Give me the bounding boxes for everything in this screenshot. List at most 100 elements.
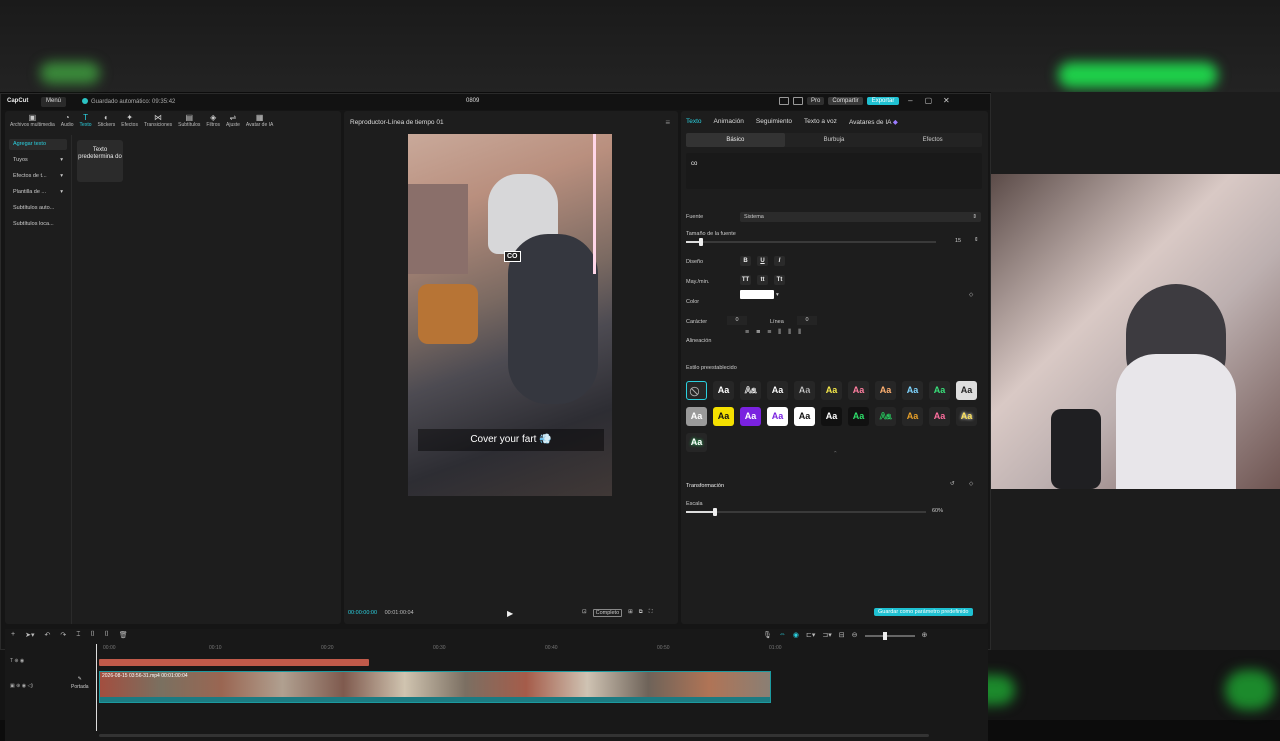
lowercase-button[interactable]: tt — [757, 275, 768, 285]
preset-style[interactable]: Aa — [902, 407, 923, 426]
font-size-value[interactable]: 15 — [955, 238, 961, 244]
keyframe-icon[interactable]: ◇ — [969, 292, 973, 298]
preset-style[interactable]: Aa — [713, 381, 734, 400]
trim-right-icon[interactable]: ⌷ — [105, 631, 109, 639]
subtab-bubble[interactable]: Burbuja — [785, 133, 884, 147]
share-button[interactable]: Compartir — [828, 96, 863, 105]
bold-button[interactable]: B — [740, 256, 751, 266]
shortcut-icon[interactable] — [793, 96, 803, 105]
tool-subtitles[interactable]: ▤ Subtítulos — [175, 113, 203, 131]
slider-handle[interactable] — [713, 508, 717, 516]
tool-effects[interactable]: ✦ Efectos — [118, 113, 141, 131]
titlecase-button[interactable]: Tt — [774, 275, 785, 285]
text-clip[interactable] — [99, 659, 369, 666]
tool-audio[interactable]: ◔ Audio — [58, 113, 77, 131]
magnet-icon[interactable]: ◉ — [793, 631, 799, 639]
preset-style[interactable]: Aa — [713, 407, 734, 426]
nav-add-text[interactable]: Agregar texto — [9, 139, 67, 150]
scale-value[interactable]: 60% — [932, 508, 943, 514]
maximize-icon[interactable]: ▢ — [921, 96, 935, 105]
nav-auto-subtitles[interactable]: Subtítulos auto... — [9, 203, 67, 214]
preset-style[interactable]: Aa — [740, 381, 761, 400]
nav-yours[interactable]: Tuyos ▾ — [9, 155, 67, 166]
subtab-basic[interactable]: Básico — [686, 133, 785, 147]
preset-style[interactable]: Aa — [848, 407, 869, 426]
cover-button[interactable]: ✎ Portada — [71, 675, 89, 691]
chevron-up-icon[interactable]: ⌃ — [833, 451, 838, 457]
menu-icon[interactable]: ≡ — [665, 118, 670, 127]
align-right-icon[interactable]: ≡ — [767, 329, 771, 337]
tool-stickers[interactable]: ◐ Stickers — [95, 113, 119, 131]
slider-handle[interactable] — [882, 632, 887, 640]
font-size-slider[interactable] — [686, 238, 936, 246]
minimize-icon[interactable]: – — [903, 96, 917, 105]
chevron-down-icon[interactable]: ▾ — [776, 292, 779, 298]
preset-style[interactable]: Aa — [929, 381, 950, 400]
preset-style[interactable]: Aa — [875, 407, 896, 426]
transform-label[interactable]: Transformación — [686, 483, 724, 489]
nav-text-effects[interactable]: Efectos de t... ▾ — [9, 171, 67, 182]
vertical-bottom-icon[interactable]: ⫴ — [798, 329, 801, 337]
preset-style[interactable]: Aa — [902, 381, 923, 400]
pro-button[interactable]: Pro — [807, 96, 825, 105]
uppercase-button[interactable]: TT — [740, 275, 751, 285]
link-icon[interactable]: ⇔ — [779, 631, 786, 639]
tab-text-to-speech[interactable]: Texto a voz — [804, 118, 837, 126]
preset-style[interactable]: Aa — [929, 407, 950, 426]
align-center-icon[interactable]: ≡ — [756, 329, 760, 337]
fullscreen-icon[interactable]: ⛶ — [649, 609, 653, 617]
tool-media[interactable]: ▣ Archivos multimedia — [7, 113, 58, 131]
undo-icon[interactable]: ↶ — [44, 631, 50, 639]
menu-button[interactable]: Menú — [41, 97, 67, 107]
preset-style[interactable]: Aa — [767, 381, 788, 400]
subtab-effects[interactable]: Efectos — [883, 133, 982, 147]
playhead[interactable] — [96, 644, 97, 731]
text-overlay[interactable]: CO — [504, 251, 521, 262]
tab-tracking[interactable]: Seguimiento — [756, 118, 792, 126]
preset-style[interactable]: Aa — [875, 381, 896, 400]
save-default-button[interactable]: Guardar como parámetro predefinido — [874, 608, 973, 616]
underline-button[interactable]: U — [757, 256, 768, 266]
preset-style[interactable]: Aa — [956, 407, 977, 426]
character-spacing-input[interactable]: 0 — [727, 316, 747, 325]
mic-icon[interactable]: 🎙 — [763, 631, 772, 639]
zoom-in-icon[interactable]: ⊕ — [922, 631, 928, 639]
font-select[interactable]: Sistema ⇕ — [740, 212, 981, 222]
vertical-top-icon[interactable]: ⫴ — [778, 329, 781, 337]
preset-style[interactable]: Aa — [848, 381, 869, 400]
preset-style[interactable]: Aa — [767, 407, 788, 426]
tool-text[interactable]: T Texto — [77, 113, 95, 131]
snap-icon[interactable]: ⊏▾ — [806, 631, 815, 639]
tool-transitions[interactable]: ⋈ Transiciones — [141, 113, 175, 131]
horizontal-scrollbar[interactable] — [99, 734, 929, 737]
preset-style[interactable]: Aa — [740, 407, 761, 426]
video-clip[interactable]: 2026-08-15 03:56-31.mp4 00:01:00:04 — [99, 671, 771, 703]
tool-adjust[interactable]: ⇌ Ajuste — [223, 113, 243, 131]
video-preview[interactable]: CO Cover your fart 💨 — [408, 134, 612, 496]
crop-icon[interactable]: ⊡ — [582, 609, 587, 617]
tab-animation[interactable]: Animación — [714, 118, 744, 126]
tab-ai-avatars[interactable]: Avatares de IA ◆ — [849, 118, 898, 126]
default-text-card[interactable]: Texto predetermina do — [77, 140, 123, 182]
nav-local-subtitles[interactable]: Subtítulos loca... — [9, 219, 67, 230]
zoom-slider[interactable] — [864, 632, 915, 640]
italic-button[interactable]: I — [774, 256, 785, 266]
stepper-icon[interactable]: ⇕ — [974, 237, 979, 243]
preset-style[interactable]: Aa — [686, 433, 707, 452]
preview-axis-icon[interactable]: ⊐▾ — [822, 631, 831, 639]
preset-none-icon[interactable]: ⃠ — [686, 381, 707, 400]
zoom-fit-icon[interactable]: ⊞ — [628, 609, 633, 617]
vertical-middle-icon[interactable]: ⫴ — [788, 329, 791, 337]
reset-icon[interactable]: ↺ — [950, 481, 955, 487]
preset-style[interactable]: Aa — [794, 407, 815, 426]
align-left-icon[interactable]: ≡ — [745, 329, 749, 337]
split-icon[interactable]: ⌶ — [76, 631, 80, 639]
caption-icon[interactable]: ⊟ — [839, 631, 845, 639]
play-icon[interactable]: ▶ — [507, 609, 513, 618]
tab-text[interactable]: Texto — [686, 118, 702, 126]
color-swatch[interactable] — [740, 290, 774, 299]
preset-style[interactable]: Aa — [794, 381, 815, 400]
preset-style[interactable]: Aa — [686, 407, 707, 426]
preset-style[interactable]: Aa — [956, 381, 977, 400]
aspect-icon[interactable]: ⧉ — [639, 609, 643, 617]
